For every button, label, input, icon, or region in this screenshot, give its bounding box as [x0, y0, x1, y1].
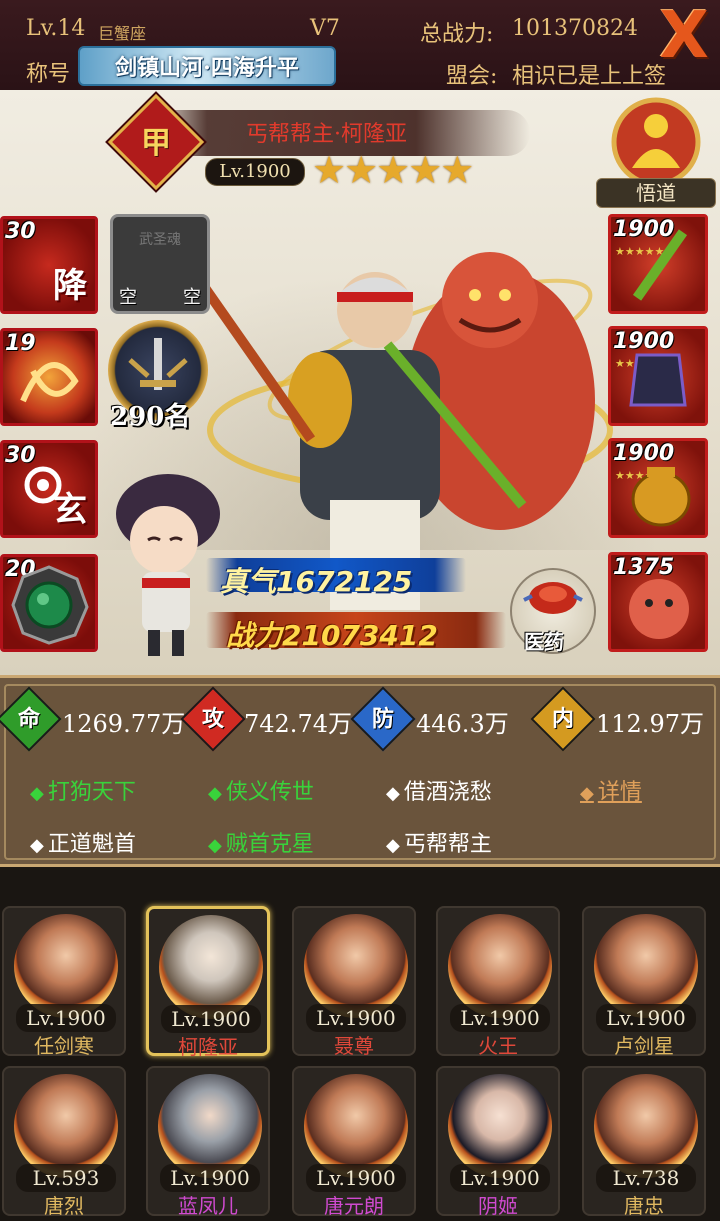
fist-flame-icon: 降	[53, 266, 87, 306]
skill-level: 30	[5, 219, 36, 244]
trait-6: ◆ 丐帮帮主	[386, 832, 492, 857]
soul-slot-left: 空	[119, 287, 137, 308]
roster-level: Lv.738	[596, 1164, 696, 1192]
skill-slot-1[interactable]: 30 降	[0, 216, 98, 314]
hero-portrait	[304, 914, 408, 1018]
equip-slot-2[interactable]: 1900 ★★★★★	[608, 326, 708, 426]
equip-slot-1[interactable]: 1900 ★★★★★	[608, 214, 708, 314]
hero-name: 丐帮帮主·柯隆亚	[246, 122, 407, 147]
trait-2: ◆ 侠义传世	[208, 780, 314, 805]
inner-power-icon-label: 内	[551, 706, 574, 732]
attack-value: 742.74万	[244, 710, 352, 738]
title-banner: 剑镇山河·四海升平	[78, 46, 336, 86]
hero-roster: Lv.1900 任剑寒 Lv.1900 柯隆亚 Lv.1900 聂尊 Lv.19…	[0, 870, 720, 1221]
rank-label: 290名	[110, 402, 191, 432]
roster-slot[interactable]: Lv.1900 卢剑星	[582, 906, 706, 1058]
roster-slot[interactable]: Lv.1900 任剑寒	[2, 906, 126, 1058]
defense-icon-label: 防	[371, 706, 394, 732]
hero-portrait	[14, 914, 118, 1018]
red-lion-icon	[629, 579, 689, 639]
roster-level: Lv.1900	[160, 1164, 260, 1192]
hero-portrait	[159, 915, 263, 1019]
gold-pot-icon	[631, 467, 691, 527]
skill-slot-2[interactable]: 19	[0, 328, 98, 426]
title-label: 称号	[26, 62, 71, 87]
roster-level: Lv.1900	[450, 1004, 550, 1032]
hero-level: Lv.1900	[205, 158, 305, 186]
roster-slot[interactable]: Lv.1900 火王	[436, 906, 560, 1058]
zhenqi-value: 真气1672125	[220, 565, 413, 598]
medicine-label: 医药	[524, 630, 564, 654]
roster-name: 唐忠	[624, 1194, 664, 1218]
dragon-swirl-icon	[20, 362, 79, 403]
skill-slot-3[interactable]: 30 玄	[0, 440, 98, 538]
defense-value: 446.3万	[416, 710, 509, 738]
hero-portrait	[448, 914, 552, 1018]
hero-panel: 甲 丐帮帮主·柯隆亚 Lv.1900 ★★★★★ 30 降 19 30 玄 20…	[0, 90, 720, 675]
roster-name: 唐烈	[44, 1194, 84, 1218]
roster-name: 唐元朗	[324, 1194, 384, 1218]
details-link[interactable]: ◆ 详情	[580, 774, 642, 806]
close-button[interactable]: X	[652, 4, 716, 68]
equip-slot-3[interactable]: 1900 ★★★★★	[608, 438, 708, 538]
hero-portrait	[448, 1074, 552, 1178]
roster-name: 蓝凤儿	[178, 1194, 238, 1218]
roster-slot[interactable]: Lv.593 唐烈	[2, 1066, 126, 1218]
hp-value: 1269.77万	[62, 710, 186, 738]
total-power-value: 101370824	[512, 16, 638, 41]
trait-5: ◆ 贼首克星	[208, 832, 314, 857]
roster-level: Lv.1900	[306, 1164, 406, 1192]
zhanli-value: 战力21073412	[226, 619, 438, 652]
roster-slot[interactable]: Lv.738 唐忠	[582, 1066, 706, 1218]
trait-4: ◆ 正道魁首	[30, 832, 136, 857]
roster-slot[interactable]: Lv.1900 阴姬	[436, 1066, 560, 1218]
roster-name: 聂尊	[334, 1034, 374, 1058]
roster-name: 阴姬	[478, 1194, 518, 1218]
player-level: Lv.14	[26, 16, 86, 41]
roster-level: Lv.1900	[16, 1004, 116, 1032]
hp-icon-label: 命	[17, 706, 40, 732]
soul-slot-title: 武圣魂	[139, 232, 181, 248]
equip-slot-4[interactable]: 1375	[608, 552, 708, 652]
guild-name: 相识已是上上签	[512, 64, 667, 89]
roster-level: Lv.1900	[596, 1004, 696, 1032]
hero-portrait	[158, 1074, 262, 1178]
roster-name: 柯隆亚	[178, 1035, 238, 1059]
roster-level: Lv.1900	[306, 1004, 406, 1032]
vip-level: V7	[310, 16, 340, 41]
roster-slot[interactable]: Lv.1900 蓝凤儿	[146, 1066, 270, 1218]
enlightenment-button[interactable]: 悟道	[596, 178, 716, 208]
roster-level: Lv.593	[16, 1164, 116, 1192]
hero-portrait	[304, 1074, 408, 1178]
soul-slot-right: 空	[183, 287, 201, 308]
roster-slot[interactable]: Lv.1900 唐元朗	[292, 1066, 416, 1218]
hero-portrait	[594, 914, 698, 1018]
soul-slot-empty[interactable]: 武圣魂 空 空	[110, 214, 210, 314]
trait-3: ◆ 借酒浇愁	[386, 780, 492, 805]
roster-slot-selected[interactable]: Lv.1900 柯隆亚	[146, 906, 270, 1059]
lingzhi-mushroom-icon	[523, 582, 583, 614]
guild-label: 盟会:	[446, 64, 498, 89]
total-power-label: 总战力:	[420, 22, 494, 47]
player-header: Lv.14 巨蟹座 V7 总战力: 101370824 称号 剑镇山河·四海升平…	[0, 0, 720, 90]
roster-name: 火王	[478, 1034, 518, 1058]
hero-portrait	[14, 1074, 118, 1178]
constellation: 巨蟹座	[98, 24, 147, 43]
inner-power-value: 112.97万	[596, 710, 704, 738]
grade-badge-text: 甲	[141, 126, 171, 161]
roster-slot[interactable]: Lv.1900 聂尊	[292, 906, 416, 1058]
trait-1: ◆ 打狗天下	[30, 780, 136, 805]
bamboo-staff-icon	[632, 229, 688, 301]
roster-level: Lv.1900	[161, 1005, 261, 1033]
hero-portrait	[594, 1074, 698, 1178]
roster-level: Lv.1900	[450, 1164, 550, 1192]
hero-stars: ★★★★★	[312, 148, 474, 192]
roster-name: 任剑寒	[34, 1034, 94, 1058]
jade-ring-icon	[11, 565, 89, 645]
skill-char: 玄	[53, 490, 87, 530]
skill-slot-4[interactable]: 20	[0, 554, 98, 652]
armor-icon	[629, 353, 687, 407]
roster-name: 卢剑星	[614, 1034, 674, 1058]
attack-icon-label: 攻	[201, 706, 224, 732]
